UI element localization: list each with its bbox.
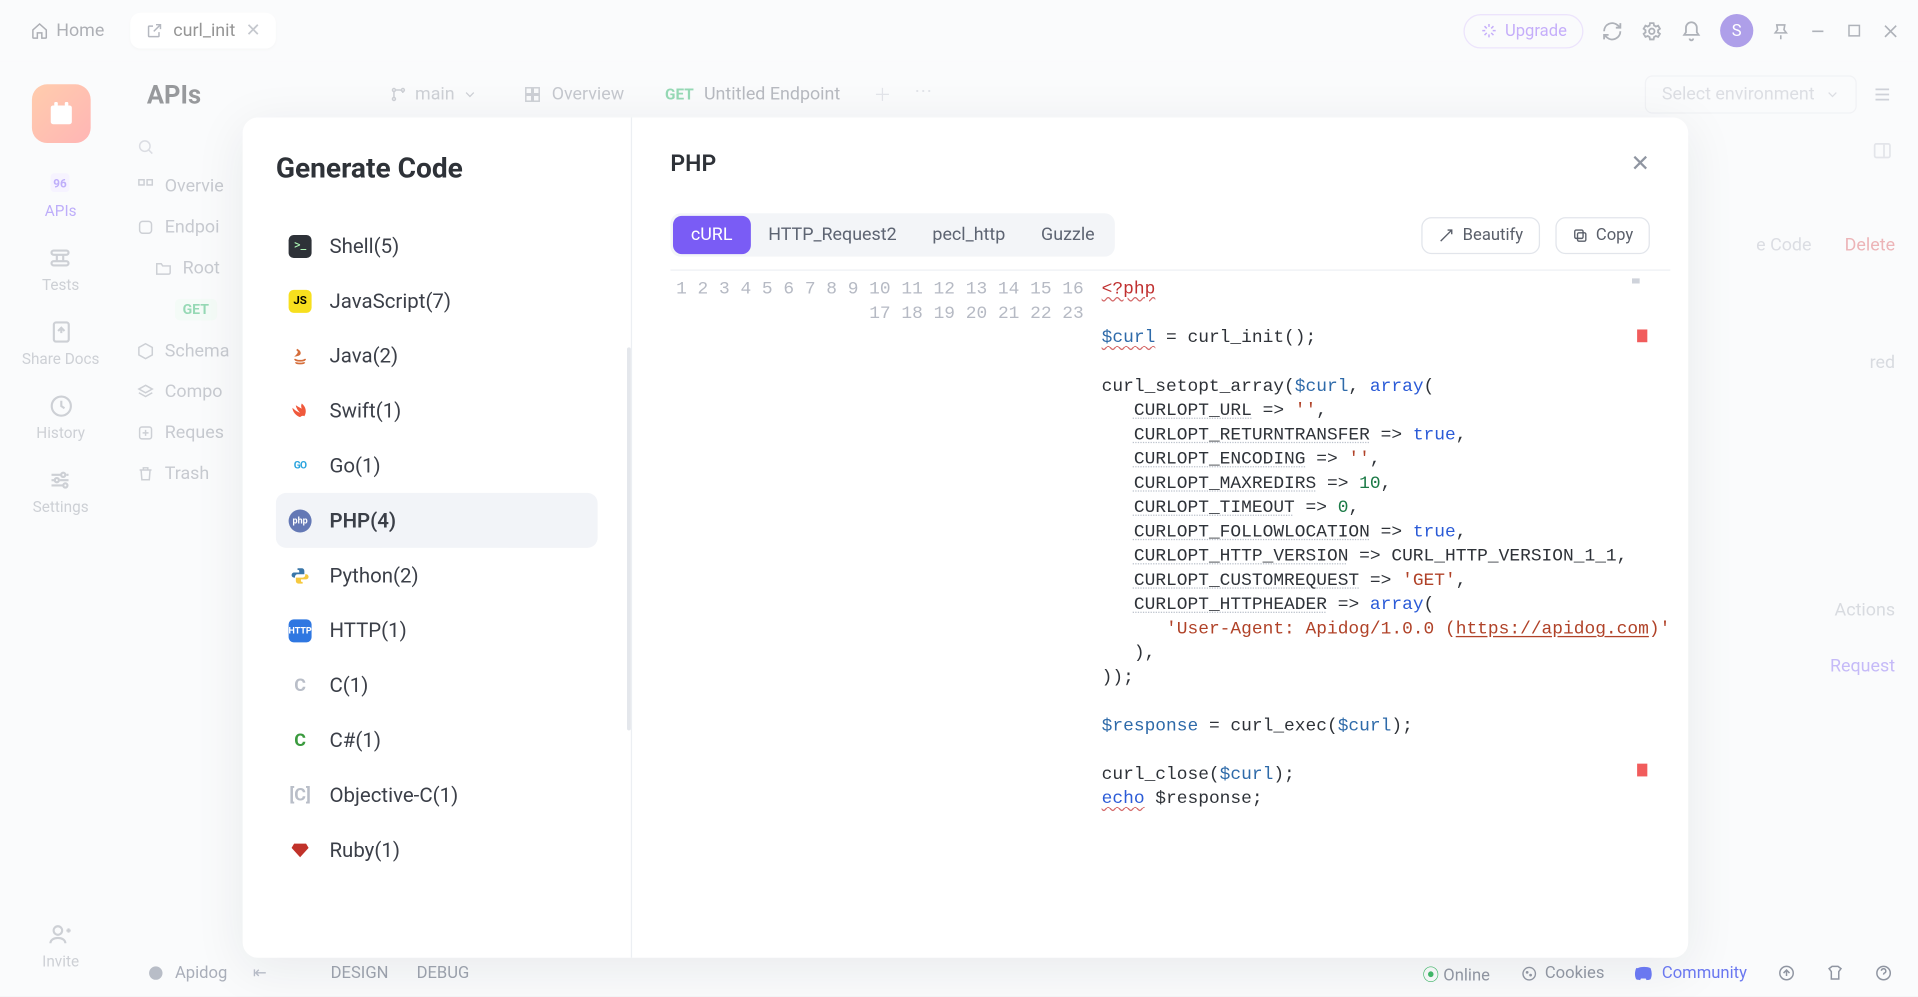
selected-language-title: PHP xyxy=(670,151,716,178)
shirt-icon[interactable] xyxy=(1826,964,1844,982)
wand-icon xyxy=(1438,227,1455,244)
lib-tab-http-request2[interactable]: HTTP_Request2 xyxy=(750,216,914,254)
language-list[interactable]: >_Shell(5) JSJavaScript(7) Java(2) Swift… xyxy=(276,218,608,945)
cookie-icon xyxy=(1521,965,1538,982)
help-icon[interactable] xyxy=(1875,964,1893,982)
lib-tab-guzzle[interactable]: Guzzle xyxy=(1023,216,1112,254)
cookies-button[interactable]: Cookies xyxy=(1521,963,1605,982)
discord-icon xyxy=(1635,963,1654,982)
csharp-icon: C xyxy=(289,729,312,752)
code-editor[interactable]: 1 2 3 4 5 6 7 8 9 10 11 12 13 14 15 16 1… xyxy=(632,269,1688,939)
copy-button[interactable]: Copy xyxy=(1555,216,1650,253)
modal-language-panel: Generate Code >_Shell(5) JSJavaScript(7)… xyxy=(243,117,632,957)
brand-label: Apidog xyxy=(147,963,227,982)
lang-csharp[interactable]: CC#(1) xyxy=(276,713,598,768)
community-button[interactable]: Community xyxy=(1635,963,1747,982)
c-icon: C xyxy=(289,674,312,697)
brand-icon xyxy=(147,964,165,982)
python-icon xyxy=(289,564,312,587)
lang-python[interactable]: Python(2) xyxy=(276,548,598,603)
lang-php[interactable]: phpPHP(4) xyxy=(276,493,598,548)
beautify-button[interactable]: Beautify xyxy=(1422,216,1540,253)
shell-icon: >_ xyxy=(289,234,312,257)
lib-tab-pecl-http[interactable]: pecl_http xyxy=(915,216,1024,254)
code-content[interactable]: <?php $curl = curl_init(); curl_setopt_a… xyxy=(1102,271,1671,940)
ruby-icon xyxy=(289,838,312,861)
upload-icon[interactable] xyxy=(1778,964,1796,982)
library-tabs: cURL HTTP_Request2 pecl_http Guzzle xyxy=(670,213,1115,256)
lang-javascript[interactable]: JSJavaScript(7) xyxy=(276,273,598,328)
lang-c[interactable]: CC(1) xyxy=(276,658,598,713)
copy-icon xyxy=(1572,227,1589,244)
lang-swift[interactable]: Swift(1) xyxy=(276,383,598,438)
mode-design[interactable]: DESIGN xyxy=(318,958,401,987)
modal-title: Generate Code xyxy=(276,153,608,185)
lang-java[interactable]: Java(2) xyxy=(276,328,598,383)
back-icon[interactable]: ⇤ xyxy=(253,963,267,982)
mode-debug[interactable]: DEBUG xyxy=(404,958,482,987)
swift-icon xyxy=(289,399,312,422)
modal-code-panel: PHP ✕ cURL HTTP_Request2 pecl_http Guzzl… xyxy=(632,117,1688,957)
bottom-bar: Apidog ⇤ DESIGN DEBUG ⦿ Online Cookies C… xyxy=(121,950,1918,996)
lang-go[interactable]: GOGo(1) xyxy=(276,438,598,493)
go-icon: GO xyxy=(289,454,312,477)
lang-shell[interactable]: >_Shell(5) xyxy=(276,218,598,273)
lang-ruby[interactable]: Ruby(1) xyxy=(276,822,598,877)
java-icon xyxy=(289,344,312,367)
js-icon: JS xyxy=(289,289,312,312)
generate-code-modal: Generate Code >_Shell(5) JSJavaScript(7)… xyxy=(243,117,1689,957)
http-icon: HTTP xyxy=(289,619,312,642)
close-icon[interactable]: ✕ xyxy=(1631,151,1650,178)
lib-tab-curl[interactable]: cURL xyxy=(673,216,750,254)
php-icon: php xyxy=(289,509,312,532)
minimap xyxy=(1637,278,1650,776)
objc-icon: [C] xyxy=(289,783,312,806)
status-online: ⦿ Online xyxy=(1423,961,1490,985)
lang-objective-c[interactable]: [C]Objective-C(1) xyxy=(276,767,598,822)
line-gutter: 1 2 3 4 5 6 7 8 9 10 11 12 13 14 15 16 1… xyxy=(670,271,1101,940)
lang-http[interactable]: HTTPHTTP(1) xyxy=(276,603,598,658)
